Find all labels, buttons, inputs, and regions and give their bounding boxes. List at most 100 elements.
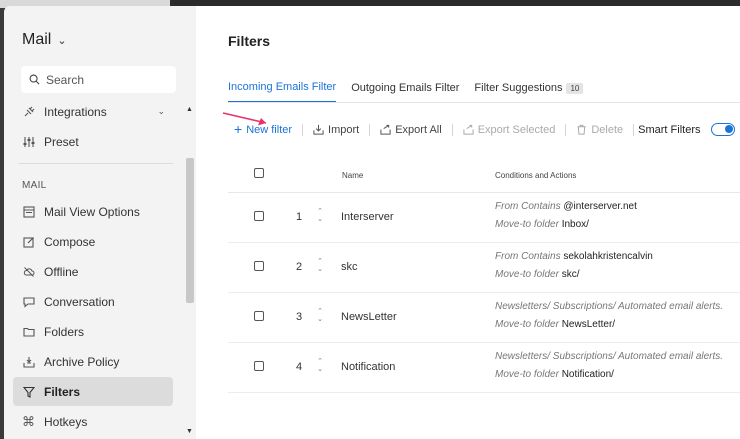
import-button[interactable]: Import	[313, 124, 359, 136]
tab-filter-suggestions[interactable]: Filter Suggestions 10	[474, 79, 584, 103]
sidebar-item-label: Filters	[44, 384, 81, 399]
filter-name: skc	[341, 261, 358, 273]
settings-search[interactable]	[21, 66, 176, 93]
table-row[interactable]: 3 ⌃ ⌄ NewsLetter Newsletters/ Subscriptio…	[228, 293, 740, 343]
row-checkbox[interactable]	[254, 311, 264, 321]
sidebar-item-archive-policy[interactable]: Archive Policy	[13, 347, 173, 376]
sidebar-item-hotkeys[interactable]: ⌘ Hotkeys	[13, 407, 173, 436]
table-row[interactable]: 1 ⌃ ⌄ Interserver From Contains @interser…	[228, 193, 740, 243]
export-all-button[interactable]: Export All	[380, 123, 442, 136]
table-row[interactable]: 4 ⌃ ⌄ Notification Newsletters/ Subscript…	[228, 343, 740, 393]
export-selected-button[interactable]: Export Selected	[463, 123, 556, 136]
command-key-icon: ⌘	[22, 413, 35, 429]
export-icon	[380, 124, 391, 135]
sidebar-item-conversation[interactable]: Conversation	[13, 287, 173, 316]
action-key: Move-to folder	[495, 319, 559, 330]
row-checkbox[interactable]	[254, 361, 264, 371]
sidebar-item-integrations[interactable]: Integrations ⌄	[13, 97, 173, 126]
action-key: Move-to folder	[495, 269, 559, 280]
tab-underline	[228, 102, 740, 103]
sidebar-scrollbar[interactable]: ▲ ▼	[184, 106, 196, 439]
sidebar-item-label: Preset	[44, 134, 79, 149]
smart-filters-label: Smart Filters	[638, 123, 701, 136]
sidebar-item-label: Mail View Options	[44, 204, 140, 219]
search-icon	[29, 74, 40, 85]
condition-key: From Contains	[495, 251, 561, 262]
row-number: 2	[295, 261, 303, 273]
reorder-stepper[interactable]: ⌃ ⌄	[316, 308, 324, 324]
cloud-off-icon	[22, 265, 35, 278]
toolbar-separator	[369, 123, 371, 136]
reorder-stepper[interactable]: ⌃ ⌄	[316, 258, 324, 274]
export-selected-label: Export Selected	[477, 123, 556, 136]
condition-value: sekolahkristencalvin	[563, 251, 653, 262]
sidebar-item-label: Offline	[44, 264, 79, 279]
reorder-stepper[interactable]: ⌃ ⌄	[316, 358, 324, 374]
filter-name: NewsLetter	[341, 311, 397, 323]
filter-icon	[22, 385, 35, 398]
conditions-actions: Newsletters/ Subscriptions/ Automated em…	[495, 298, 723, 334]
tab-outgoing-emails-filter[interactable]: Outgoing Emails Filter	[351, 79, 459, 103]
condition-value: @interserver.net	[563, 201, 637, 212]
section-label: MAIL	[22, 180, 47, 191]
sidebar-item-filters[interactable]: Filters	[13, 377, 173, 406]
search-input[interactable]	[46, 72, 166, 87]
tab-incoming-emails-filter[interactable]: Incoming Emails Filter	[228, 79, 337, 103]
row-checkbox[interactable]	[254, 261, 264, 271]
smart-filters-control: Smart Filters	[638, 123, 736, 136]
annotation-arrow-icon	[222, 112, 267, 126]
filter-name: Notification	[341, 361, 396, 373]
count-badge: 10	[566, 82, 584, 94]
compose-icon	[22, 235, 35, 248]
toolbar-separator	[451, 123, 453, 136]
export-icon	[463, 124, 474, 135]
reorder-stepper[interactable]: ⌃ ⌄	[316, 208, 324, 224]
page-title: Filters	[228, 33, 271, 49]
filter-tabs: Incoming Emails Filter Outgoing Emails F…	[228, 79, 584, 103]
action-value: Inbox/	[561, 219, 589, 230]
filters-panel: Filters Incoming Emails Filter Outgoing …	[196, 6, 740, 439]
smart-filters-toggle[interactable]	[711, 123, 736, 136]
import-label: Import	[328, 123, 360, 136]
scroll-up-icon[interactable]: ▲	[186, 106, 193, 113]
plug-icon	[22, 105, 35, 118]
app-switcher[interactable]: Mail ⌄	[22, 31, 67, 49]
select-all-checkbox[interactable]	[254, 168, 264, 178]
condition-key: Newsletters/ Subscriptions/ Automated em…	[495, 301, 724, 312]
archive-icon	[22, 355, 35, 368]
column-header-name: Name	[342, 171, 364, 180]
sidebar-item-offline[interactable]: Offline	[13, 257, 173, 286]
action-key: Move-to folder	[495, 369, 559, 380]
scroll-down-icon[interactable]: ▼	[186, 428, 193, 435]
app-title: Mail	[22, 31, 52, 48]
scrollbar-thumb[interactable]	[186, 158, 194, 303]
delete-button[interactable]: Delete	[576, 124, 623, 136]
settings-sidebar: Mail ⌄ Integrations ⌄ Preset MAIL Mail V…	[4, 6, 196, 439]
sidebar-item-mail-view-options[interactable]: Mail View Options	[13, 197, 173, 226]
filter-name: Interserver	[341, 211, 394, 223]
toolbar-separator	[302, 123, 304, 136]
sidebar-item-label: Archive Policy	[44, 354, 120, 369]
tab-label: Incoming Emails Filter	[228, 81, 337, 93]
sidebar-item-label: Folders	[44, 324, 85, 339]
folder-icon	[22, 325, 35, 338]
sidebar-item-label: Integrations	[44, 104, 107, 119]
chat-icon	[22, 295, 35, 308]
tab-label: Filter Suggestions	[474, 82, 563, 94]
row-checkbox[interactable]	[254, 211, 264, 221]
sidebar-item-preset[interactable]: Preset	[13, 127, 173, 156]
column-header-conditions: Conditions and Actions	[495, 171, 577, 180]
import-icon	[313, 124, 324, 135]
conditions-actions: From Contains @interserver.net Move-to f…	[495, 198, 637, 234]
table-row[interactable]: 2 ⌃ ⌄ skc From Contains sekolahkristencal…	[228, 243, 740, 293]
action-value: Notification/	[561, 369, 614, 380]
export-all-label: Export All	[395, 123, 442, 136]
chevron-down-icon[interactable]: ⌄	[157, 106, 165, 117]
sidebar-item-folders[interactable]: Folders	[13, 317, 173, 346]
tab-label: Outgoing Emails Filter	[351, 82, 460, 94]
layout-icon	[22, 205, 35, 218]
action-value: NewsLetter/	[561, 319, 616, 330]
delete-label: Delete	[591, 123, 624, 136]
condition-key: From Contains	[495, 201, 561, 212]
sidebar-item-compose[interactable]: Compose	[13, 227, 173, 256]
